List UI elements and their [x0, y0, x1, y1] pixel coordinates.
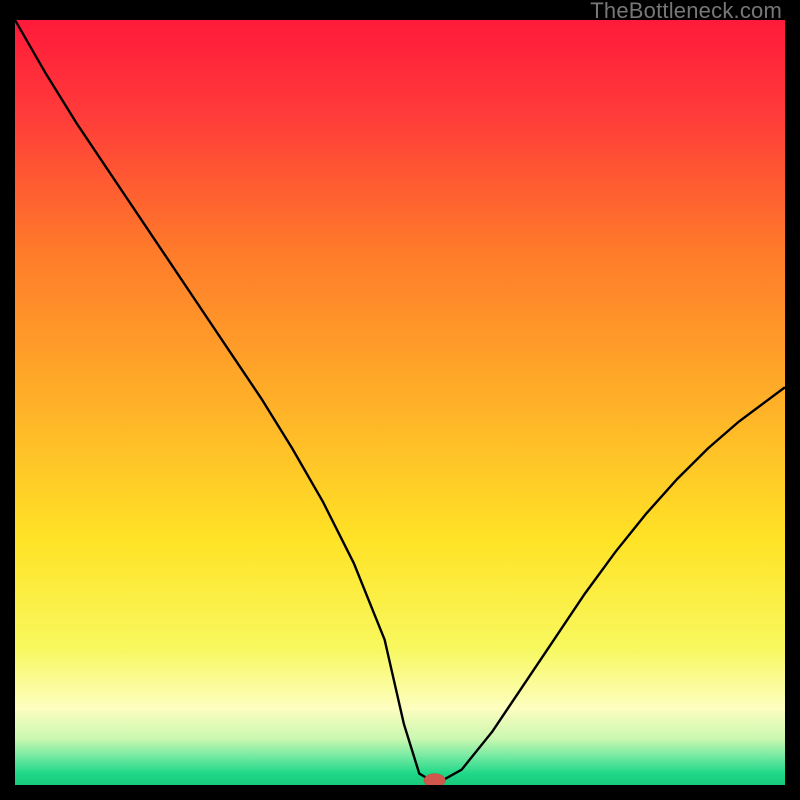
bottleneck-chart	[15, 20, 785, 785]
chart-frame	[15, 20, 785, 785]
gradient-background	[15, 20, 785, 785]
